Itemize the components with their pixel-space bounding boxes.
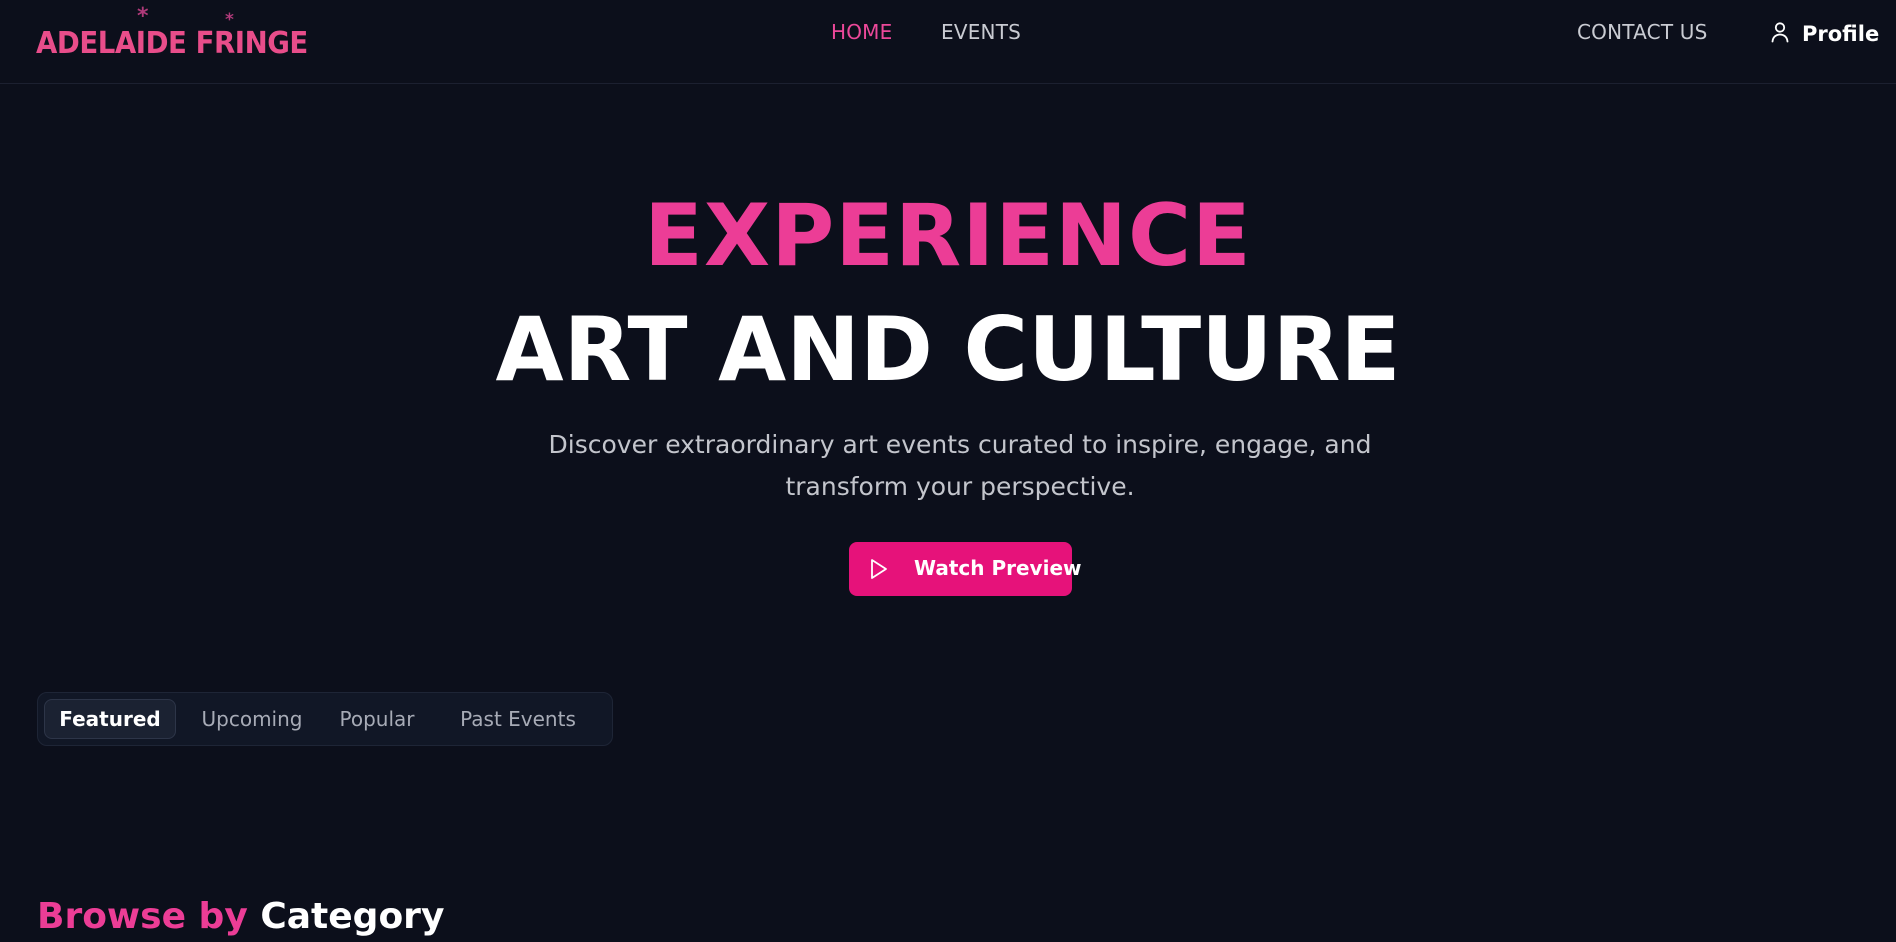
site-logo[interactable]: * * ADELAIDE FRINGE [36,4,308,62]
nav-home-link[interactable]: HOME [831,20,892,48]
hero-title-accent: EXPERIENCE [644,186,1252,286]
hero-title-main: ART AND CULTURE [495,298,1401,401]
nav-contact-link[interactable]: CONTACT US [1577,20,1708,48]
browse-category-heading: Browse by Category [37,892,444,942]
tab-past-events[interactable]: Past Events [441,699,595,739]
user-icon [1770,21,1790,47]
profile-button[interactable]: Profile [1770,18,1879,50]
page: * * ADELAIDE FRINGE HOME EVENTS CONTACT … [0,0,1896,942]
watch-preview-button[interactable]: Watch Preview [849,542,1081,596]
profile-label: Profile [1802,22,1880,46]
site-header: * * ADELAIDE FRINGE HOME EVENTS CONTACT … [0,0,1896,84]
hero-subtitle: Discover extraordinary art events curate… [548,430,1372,501]
tab-upcoming[interactable]: Upcoming [192,699,312,739]
tab-featured[interactable]: Featured [44,699,176,739]
tab-popular[interactable]: Popular [329,699,425,739]
event-filter-tabs: Featured Upcoming Popular Past Events [37,692,613,746]
logo-text: ADELAIDE FRINGE [36,26,308,61]
nav-events-link[interactable]: EVENTS [941,20,1021,48]
heading-rest: Category [260,896,445,937]
heading-accent: Browse by [37,896,248,937]
watch-preview-label: Watch Preview [914,556,1082,580]
